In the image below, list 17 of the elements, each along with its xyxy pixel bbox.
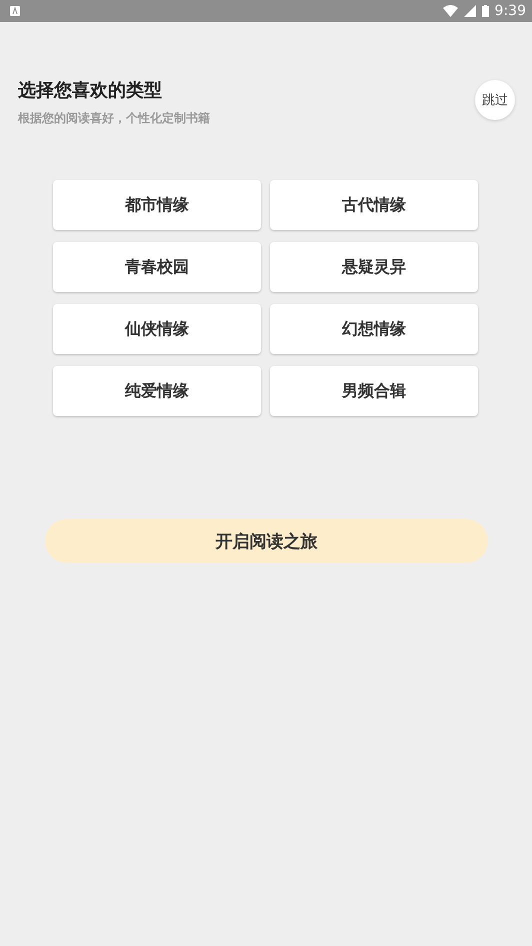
genre-option[interactable]: 古代情缘 xyxy=(270,180,478,230)
genre-option[interactable]: 纯爱情缘 xyxy=(53,366,261,416)
skip-button[interactable]: 跳过 xyxy=(475,80,515,120)
genre-option[interactable]: 男频合辑 xyxy=(270,366,478,416)
start-button[interactable]: 开启阅读之旅 xyxy=(45,519,488,563)
battery-icon xyxy=(482,5,489,17)
wifi-icon xyxy=(442,5,458,17)
genre-option[interactable]: 悬疑灵异 xyxy=(270,242,478,292)
genre-option[interactable]: 都市情缘 xyxy=(53,180,261,230)
page-title: 选择您喜欢的类型 xyxy=(18,79,163,102)
page-subtitle: 根据您的阅读喜好，个性化定制书籍 xyxy=(18,110,210,127)
genre-option[interactable]: 仙侠情缘 xyxy=(53,304,261,354)
genre-option[interactable]: 幻想情缘 xyxy=(270,304,478,354)
signal-icon xyxy=(464,5,476,17)
notification-icon xyxy=(10,6,20,16)
genre-option[interactable]: 青春校园 xyxy=(53,242,261,292)
status-time: 9:39 xyxy=(494,3,526,19)
